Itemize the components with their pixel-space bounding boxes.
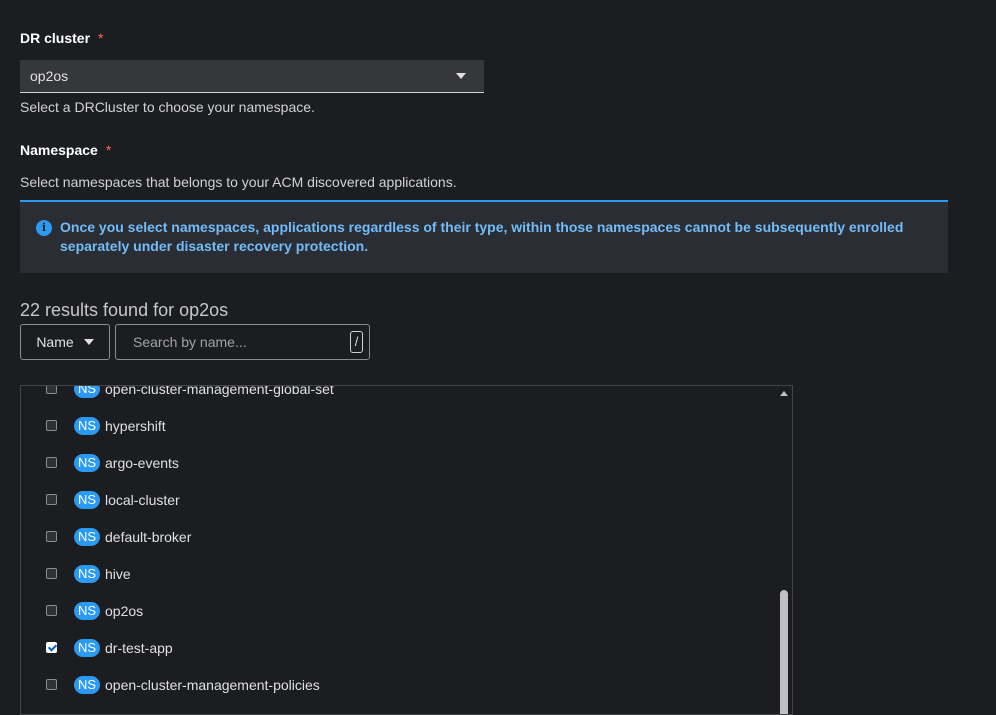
required-asterisk: * — [98, 30, 104, 46]
list-item[interactable]: NS hypershift — [21, 407, 771, 444]
filter-type-label: Name — [36, 334, 74, 350]
ns-badge: NS — [74, 527, 101, 546]
scrollbar-thumb[interactable] — [780, 590, 788, 714]
namespace-helper: Select namespaces that belongs to your A… — [20, 174, 457, 190]
list-item[interactable]: NS hive — [21, 555, 771, 592]
ns-badge: NS — [74, 453, 101, 472]
list-item[interactable]: NS open-cluster-management-global-set — [21, 385, 771, 407]
ns-badge: NS — [74, 675, 101, 694]
caret-down-icon — [83, 339, 94, 345]
scroll-up-arrow-icon[interactable] — [780, 391, 788, 396]
namespace-checkbox-checked[interactable] — [46, 642, 57, 653]
list-item[interactable]: NS default-broker — [21, 518, 771, 555]
list-item[interactable]: NS argo-events — [21, 444, 771, 481]
info-alert: i Once you select namespaces, applicatio… — [20, 200, 948, 273]
namespace-checkbox[interactable] — [46, 494, 57, 505]
namespace-name: hive — [105, 565, 131, 582]
list-item[interactable]: NS dr-test-app — [21, 629, 771, 666]
ns-badge: NS — [74, 490, 101, 509]
namespace-name: local-cluster — [105, 491, 180, 508]
namespace-checkbox[interactable] — [46, 457, 57, 468]
results-summary: 22 results found for op2os — [20, 300, 229, 320]
info-icon: i — [36, 220, 52, 236]
namespace-name: open-cluster-management-global-set — [105, 385, 334, 397]
search-box: / — [115, 324, 370, 360]
namespace-checkbox[interactable] — [46, 568, 57, 579]
namespace-name: default-broker — [105, 528, 192, 545]
namespace-checkbox[interactable] — [46, 605, 57, 616]
dr-cluster-label: DR cluster * — [20, 30, 103, 46]
dr-cluster-label-text: DR cluster — [20, 30, 91, 46]
namespace-name: hypershift — [105, 417, 166, 434]
filter-type-dropdown[interactable]: Name — [20, 324, 110, 360]
namespace-checkbox[interactable] — [46, 531, 57, 542]
namespace-name: dr-test-app — [105, 639, 173, 656]
list-item[interactable]: NS open-cluster-management-policies — [21, 666, 771, 703]
keyboard-shortcut-hint: / — [350, 331, 363, 353]
namespace-checkbox[interactable] — [46, 420, 57, 431]
dr-cluster-select[interactable]: op2os — [20, 60, 484, 93]
namespace-checkbox[interactable] — [46, 679, 57, 690]
list-item[interactable]: NS op2os — [21, 592, 771, 629]
namespace-name: op2os — [105, 602, 144, 619]
ns-badge: NS — [74, 638, 101, 657]
namespace-name: open-cluster-management-policies — [105, 676, 320, 693]
search-input[interactable] — [131, 333, 335, 351]
namespace-label-text: Namespace — [20, 142, 98, 158]
ns-badge: NS — [74, 416, 101, 435]
list-item[interactable]: NS local-cluster — [21, 481, 771, 518]
namespace-checkbox[interactable] — [46, 386, 57, 394]
dr-cluster-selected-value: op2os — [30, 68, 69, 84]
ns-badge: NS — [74, 564, 101, 583]
ns-badge: NS — [74, 601, 101, 620]
dr-cluster-helper: Select a DRCluster to choose your namesp… — [20, 99, 315, 115]
alert-text: Once you select namespaces, applications… — [60, 219, 904, 254]
namespace-list: NS open-cluster-management-global-set NS… — [20, 385, 793, 715]
namespace-name: argo-events — [105, 454, 179, 471]
caret-down-icon — [456, 73, 466, 79]
required-asterisk: * — [105, 142, 112, 158]
top-strip — [0, 0, 996, 4]
ns-badge: NS — [74, 386, 101, 398]
namespace-label: Namespace * — [20, 142, 111, 158]
